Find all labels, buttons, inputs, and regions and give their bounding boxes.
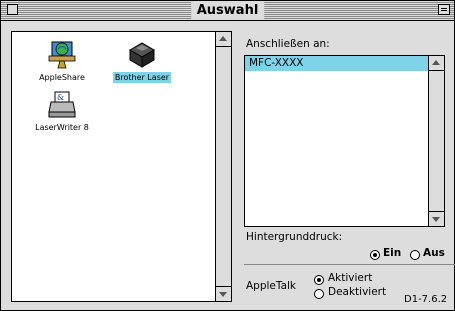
connect-label: Anschließen an: bbox=[246, 38, 330, 50]
device-laserwriter[interactable]: & LaserWriter 8 bbox=[22, 90, 102, 133]
appleshare-icon bbox=[48, 41, 76, 69]
appletalk-inactive-radio[interactable] bbox=[314, 289, 324, 299]
device-label-appleshare: AppleShare bbox=[39, 73, 85, 82]
close-box-icon[interactable] bbox=[7, 4, 18, 15]
printer-icon bbox=[129, 42, 155, 68]
divider bbox=[244, 264, 455, 265]
device-label-laserwriter: LaserWriter 8 bbox=[35, 123, 89, 132]
svg-text:&: & bbox=[57, 93, 64, 102]
appletalk-label: AppleTalk bbox=[246, 280, 296, 292]
laserwriter-icon: & bbox=[48, 91, 76, 118]
device-list[interactable]: AppleShare Brother Laser & LaserWriter 8 bbox=[11, 31, 232, 302]
port-item-selected[interactable]: MFC-XXXX bbox=[245, 56, 429, 71]
background-printing-on-label[interactable]: Ein bbox=[383, 247, 401, 259]
background-printing-off-label[interactable]: Aus bbox=[423, 247, 445, 259]
device-appleshare[interactable]: AppleShare bbox=[22, 40, 102, 83]
collapse-box-icon[interactable] bbox=[438, 4, 450, 15]
window-title: Auswahl bbox=[190, 1, 265, 20]
background-printing-label: Hintergrunddruck: bbox=[246, 231, 343, 243]
chooser-window: Auswahl AppleShare Brother Laser & Laser… bbox=[0, 0, 455, 311]
scroll-up-arrow-icon[interactable] bbox=[216, 32, 231, 47]
version-text: D1-7.6.2 bbox=[404, 294, 448, 305]
scroll-down-arrow-icon[interactable] bbox=[429, 211, 444, 226]
scroll-up-arrow-icon[interactable] bbox=[429, 56, 444, 71]
appletalk-active-label[interactable]: Aktiviert bbox=[328, 272, 372, 284]
port-list[interactable]: MFC-XXXX bbox=[244, 55, 445, 227]
title-bar[interactable]: Auswahl bbox=[1, 1, 454, 21]
scroll-down-arrow-icon[interactable] bbox=[216, 286, 231, 301]
background-printing-on-radio[interactable] bbox=[370, 250, 380, 260]
device-brother-laser[interactable]: Brother Laser bbox=[102, 40, 182, 83]
device-label-brother-laser: Brother Laser bbox=[112, 72, 172, 83]
background-printing-off-radio[interactable] bbox=[410, 250, 420, 260]
device-list-scrollbar[interactable] bbox=[215, 32, 231, 301]
appletalk-active-radio[interactable] bbox=[314, 275, 324, 285]
port-list-scrollbar[interactable] bbox=[428, 56, 444, 226]
appletalk-inactive-label[interactable]: Deaktiviert bbox=[328, 286, 386, 298]
